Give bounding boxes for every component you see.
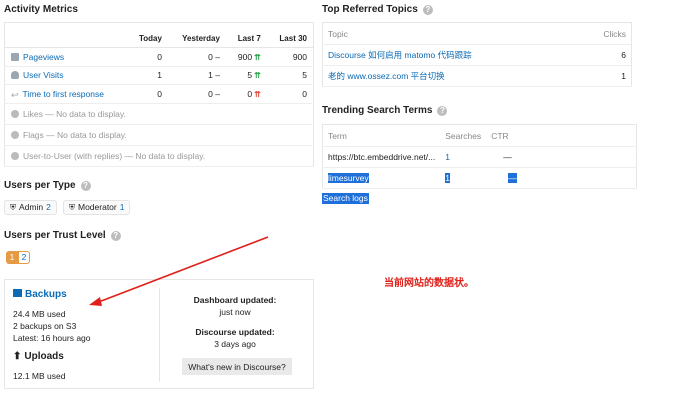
arrow-line <box>95 236 269 304</box>
arrow-head <box>89 297 102 306</box>
annotation-arrow <box>89 236 269 306</box>
